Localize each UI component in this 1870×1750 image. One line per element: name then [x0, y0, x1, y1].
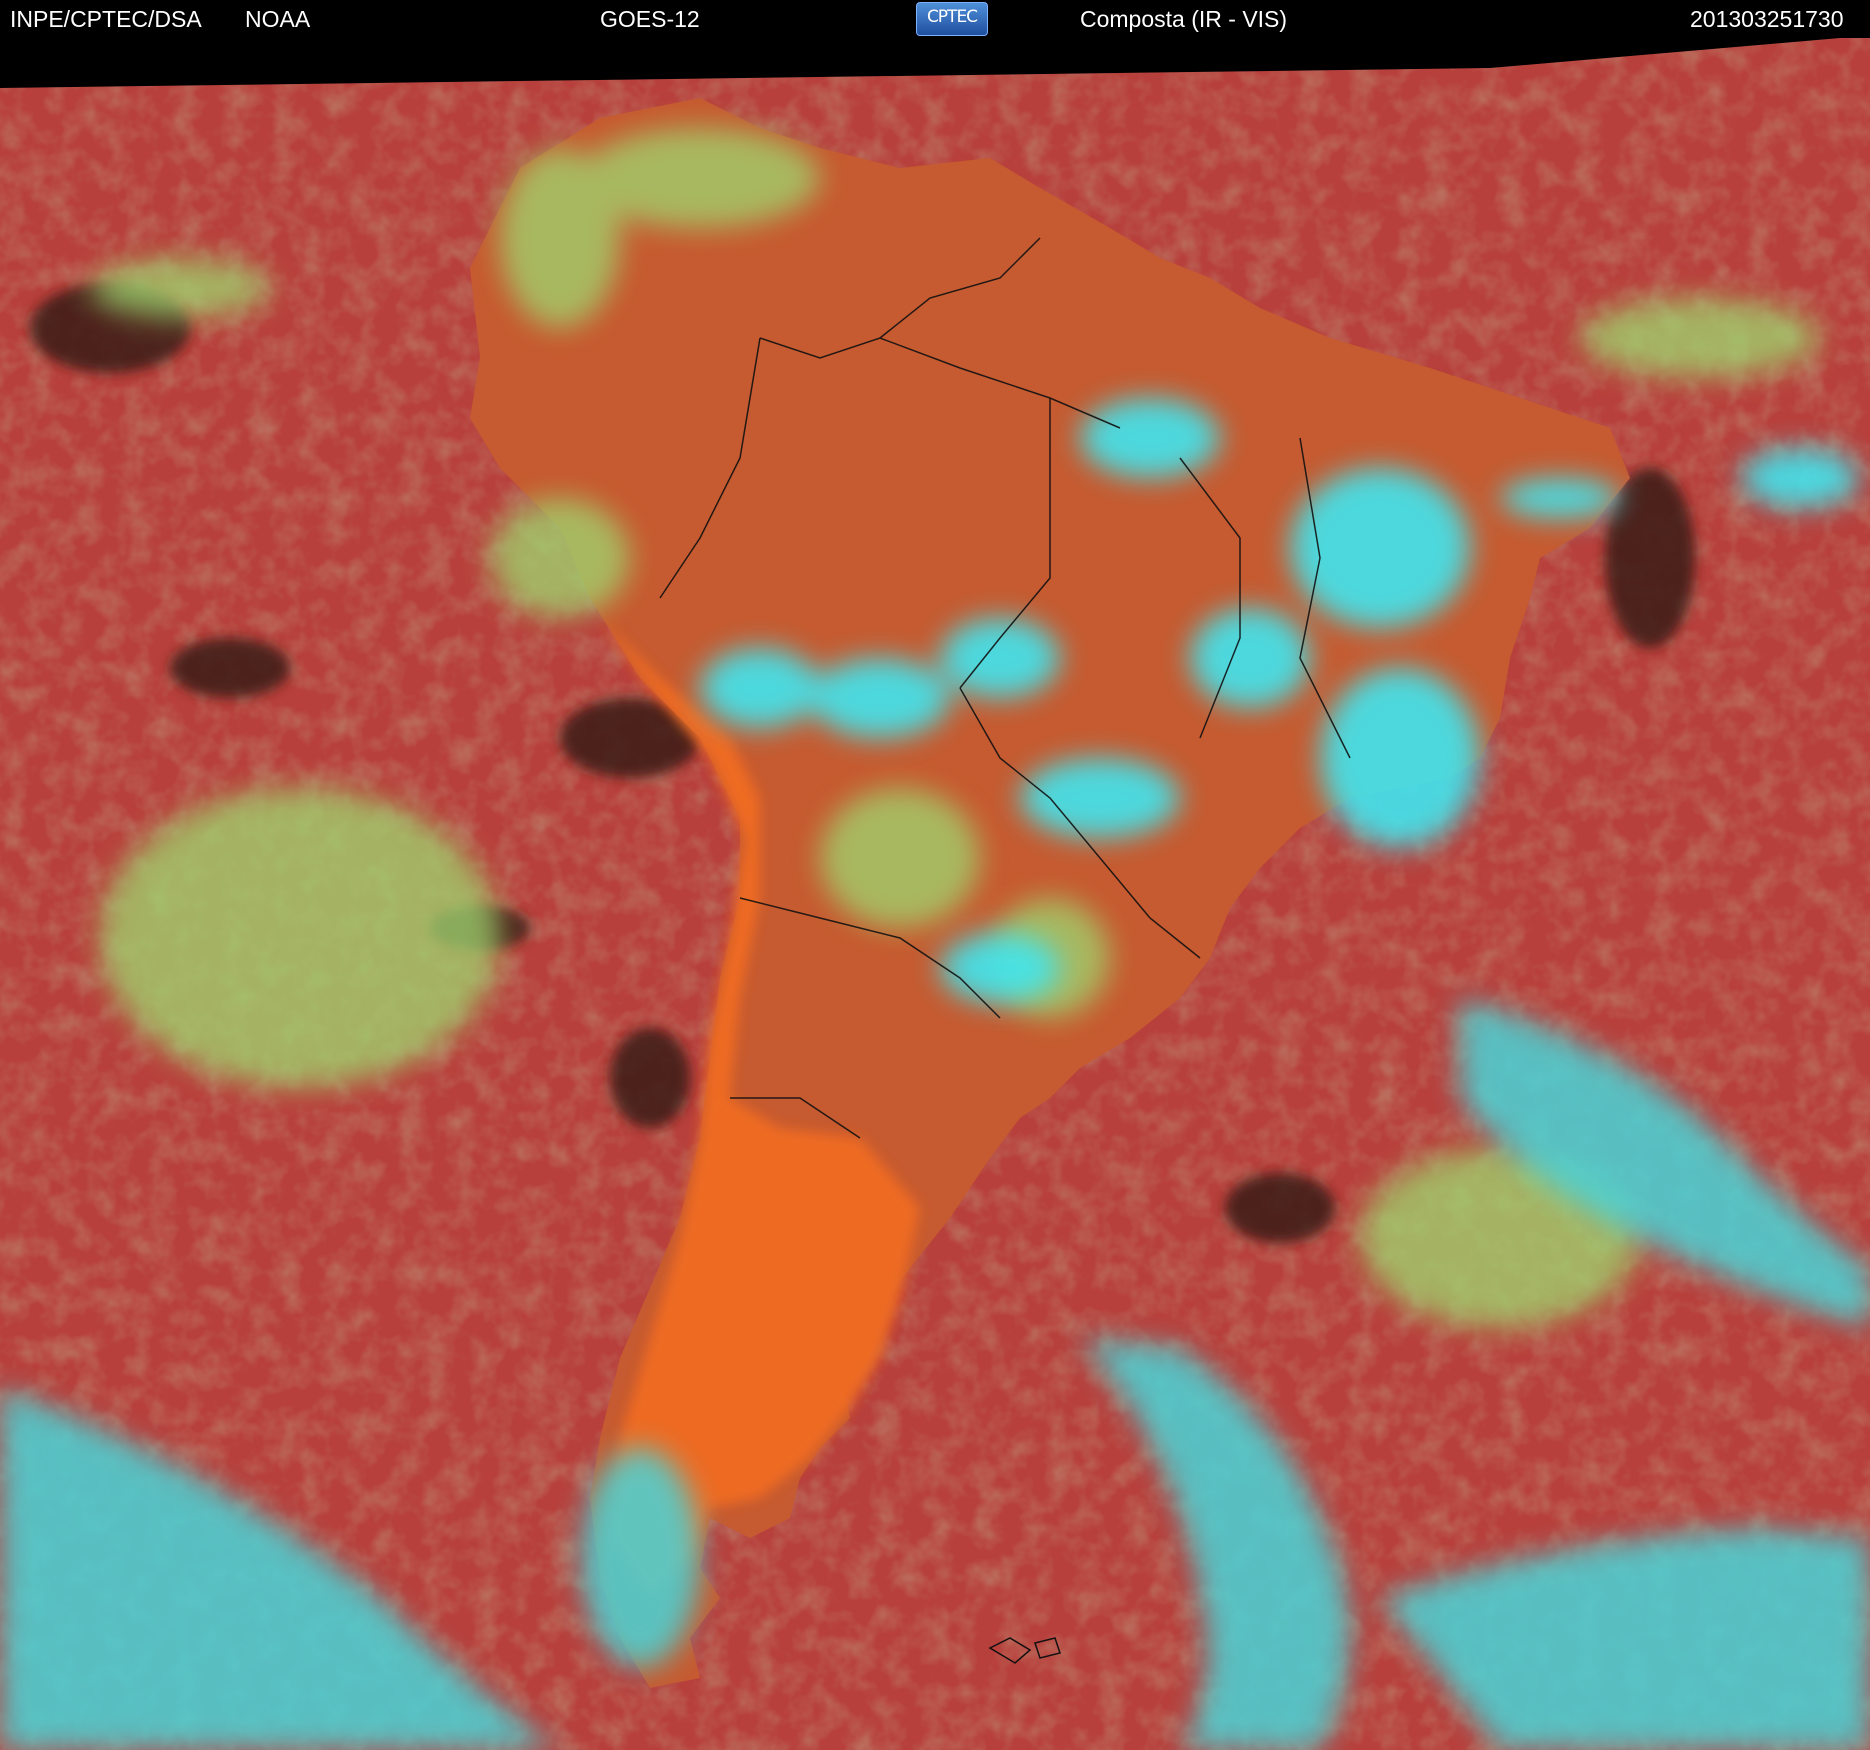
agency-label: NOAA: [245, 6, 311, 32]
logo-text: CPTEC: [926, 7, 978, 27]
product-label: Composta (IR - VIS): [1080, 6, 1288, 32]
cptec-logo-icon: CPTEC: [916, 2, 988, 36]
header-bar: INPE/CPTEC/DSA NOAA GOES-12 CPTEC Compos…: [0, 0, 1870, 38]
satellite-image: [0, 38, 1870, 1750]
timestamp-label: 201303251730: [1690, 6, 1844, 32]
satellite-label: GOES-12: [600, 6, 700, 32]
institution-label: INPE/CPTEC/DSA: [10, 6, 202, 32]
